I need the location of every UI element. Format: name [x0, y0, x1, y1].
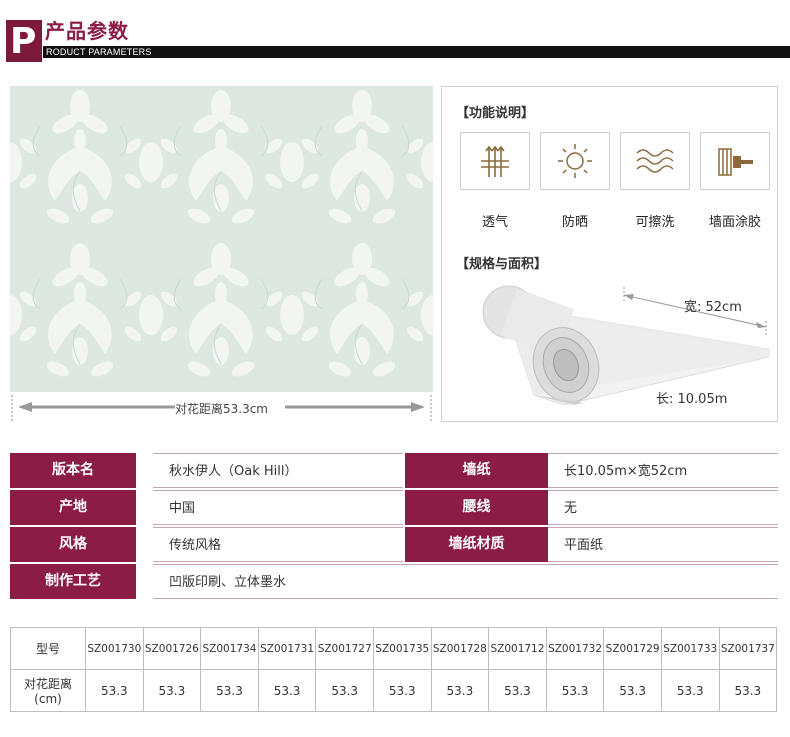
param-row-2: 产地 中国 腰线 无 — [10, 490, 778, 525]
repeat-header: 对花距离 (cm) — [10, 669, 86, 712]
length-label: 长: 10.05m — [656, 392, 728, 407]
sunproof-feature-box — [540, 132, 610, 190]
repeat-distance-label: 对花距离53.3cm — [174, 402, 268, 416]
feature-label-breathable: 透气 — [481, 215, 508, 230]
feature-label-glue: 墙面涂胶 — [708, 215, 761, 230]
breathable-icon — [481, 145, 509, 177]
model-code: SZ001734 — [200, 627, 259, 670]
repeat-header-line1: 对花距离 — [23, 677, 72, 691]
feature-label-sunproof: 防晒 — [561, 215, 588, 230]
breathable-feature-box — [460, 132, 530, 190]
spec-title: 【规格与面积】 — [456, 257, 548, 272]
param-label-material: 墙纸材质 — [405, 527, 548, 562]
param-label-version: 版本名 — [10, 453, 136, 488]
model-code: SZ001731 — [257, 627, 317, 670]
header-bar — [43, 46, 790, 58]
repeat-value: 53.3 — [488, 669, 547, 712]
model-code: SZ001727 — [315, 627, 374, 670]
param-row-3: 风格 传统风格 墙纸材质 平面纸 — [10, 527, 778, 562]
logo-letter: P — [10, 21, 37, 62]
wallpaper-swatch-image — [10, 86, 433, 392]
repeat-value: 53.3 — [718, 669, 778, 712]
washable-feature-box — [620, 132, 690, 190]
glue-feature-box — [700, 132, 770, 190]
glue-brush-icon — [718, 148, 753, 176]
repeat-value: 53.3 — [545, 669, 605, 712]
features-panel: 【功能说明】 透气 防晒 可擦洗 墙面涂胶 【规格与面积】 宽: 52cm 长:… — [441, 86, 778, 422]
model-code-row: 型号 SZ001730 SZ001726 SZ001734 SZ001731 S… — [10, 627, 778, 670]
repeat-value: 53.3 — [200, 669, 259, 712]
param-value-material: 平面纸 — [548, 527, 778, 562]
repeat-value: 53.3 — [257, 669, 317, 712]
model-table: 型号 SZ001730 SZ001726 SZ001734 SZ001731 S… — [10, 627, 778, 712]
param-value-wallpaper: 长10.05m×宽52cm — [548, 453, 778, 488]
page-title: 产品参数 — [45, 19, 129, 43]
repeat-value: 53.3 — [85, 669, 144, 712]
page-subtitle: RODUCT PARAMETERS — [46, 47, 152, 57]
repeat-value: 53.3 — [430, 669, 490, 712]
model-code: SZ001712 — [488, 627, 547, 670]
param-row-4: 制作工艺 凹版印刷、立体墨水 — [10, 564, 778, 599]
model-header: 型号 — [10, 627, 86, 670]
param-value-version: 秋水伊人（Oak Hill） — [153, 453, 403, 488]
param-value-origin: 中国 — [153, 490, 403, 525]
param-label-border: 腰线 — [405, 490, 548, 525]
model-code: SZ001733 — [660, 627, 720, 670]
repeat-value: 53.3 — [372, 669, 432, 712]
model-code: SZ001735 — [372, 627, 432, 670]
repeat-value: 53.3 — [660, 669, 720, 712]
repeat-value: 53.3 — [315, 669, 374, 712]
repeat-value: 53.3 — [142, 669, 202, 712]
model-code: SZ001732 — [545, 627, 605, 670]
model-code: SZ001726 — [142, 627, 202, 670]
model-code: SZ001737 — [718, 627, 778, 670]
model-code: SZ001729 — [603, 627, 662, 670]
repeat-header-line2: (cm) — [34, 692, 62, 706]
repeat-value: 53.3 — [603, 669, 662, 712]
param-value-process: 凹版印刷、立体墨水 — [153, 564, 778, 599]
feature-label-washable: 可擦洗 — [635, 215, 675, 230]
param-label-style: 风格 — [10, 527, 136, 562]
param-value-style: 传统风格 — [153, 527, 403, 562]
param-label-origin: 产地 — [10, 490, 136, 525]
wave-icon — [636, 149, 674, 173]
model-repeat-row: 对花距离 (cm) 53.3 53.3 53.3 53.3 53.3 53.3 … — [10, 669, 778, 712]
sun-icon — [558, 144, 592, 178]
param-row-1: 版本名 秋水伊人（Oak Hill） 墙纸 长10.05m×宽52cm — [10, 453, 778, 488]
features-title: 【功能说明】 — [456, 106, 535, 121]
param-value-border: 无 — [548, 490, 778, 525]
page-header: P 产品参数 RODUCT PARAMETERS — [0, 0, 790, 64]
model-code: SZ001730 — [85, 627, 144, 670]
width-label: 宽: 52cm — [684, 300, 742, 315]
pattern-repeat-measure: 对花距离53.3cm — [10, 393, 433, 423]
model-code: SZ001728 — [430, 627, 490, 670]
param-label-process: 制作工艺 — [10, 564, 136, 599]
param-label-wallpaper: 墙纸 — [405, 453, 548, 488]
